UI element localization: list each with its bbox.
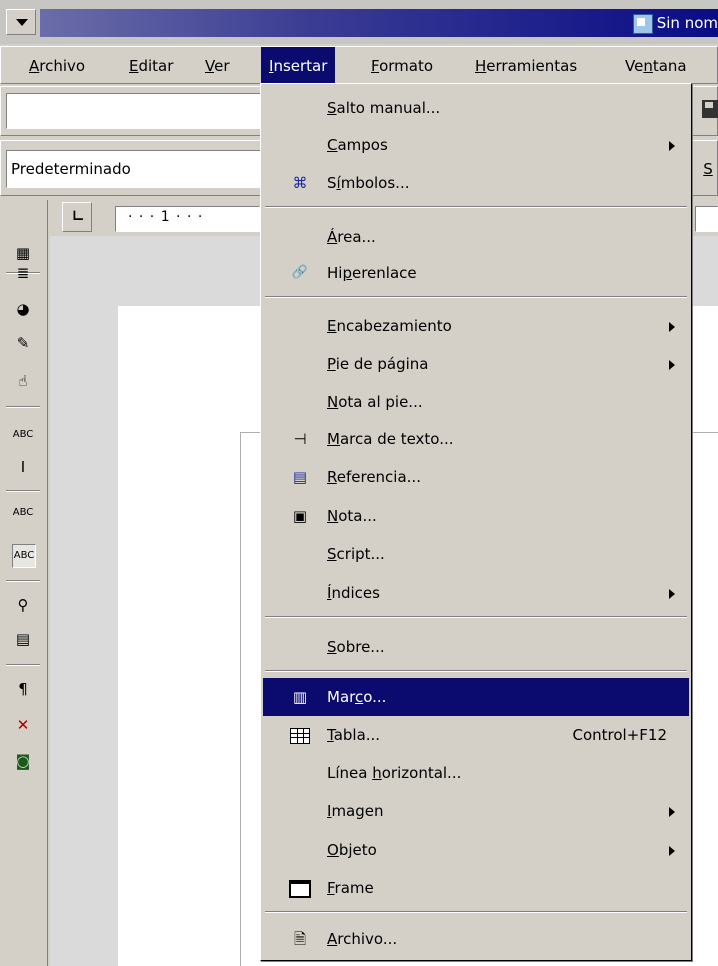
window-frame-icon bbox=[289, 877, 311, 899]
menu-item-archivo[interactable]: 🗎 Archivo... bbox=[263, 920, 689, 958]
menu-item-linea-horizontal[interactable]: Línea horizontal... bbox=[263, 754, 689, 792]
bookmark-icon: ⊣ bbox=[293, 430, 307, 448]
submenu-arrow-icon bbox=[669, 360, 675, 370]
web-view-icon[interactable]: ◙ bbox=[12, 750, 34, 772]
file-icon: 🗎 bbox=[293, 930, 307, 948]
window-menu-button[interactable] bbox=[6, 9, 36, 35]
menu-item-nota[interactable]: ▣ Nota... bbox=[263, 497, 689, 535]
find-icon[interactable]: ⚲ bbox=[12, 594, 34, 616]
menubar: Archivo Editar Ver Insertar Formato Herr… bbox=[0, 46, 718, 85]
menu-insertar[interactable]: Insertar bbox=[261, 47, 336, 85]
menu-herramientas[interactable]: Herramientas bbox=[467, 47, 585, 85]
insert-object-icon[interactable]: ▦ bbox=[12, 242, 34, 264]
autospellcheck-text-icon[interactable]: ABC bbox=[12, 424, 34, 446]
formatting-marks-icon[interactable]: ¶ bbox=[12, 678, 34, 700]
paragraph-style-select[interactable]: Predeterminado bbox=[6, 150, 262, 188]
menu-item-salto-manual[interactable]: Salto manual... bbox=[263, 89, 689, 127]
menu-item-objeto[interactable]: Objeto bbox=[263, 831, 689, 869]
menu-item-marco[interactable]: ▥ Marco... bbox=[263, 678, 689, 716]
menu-item-marca-de-texto[interactable]: ⊣ Marca de texto... bbox=[263, 420, 689, 458]
chevron-down-icon bbox=[16, 19, 28, 26]
menu-item-encabezamiento[interactable]: Encabezamiento bbox=[263, 307, 689, 345]
data-sources-icon[interactable]: ▤ bbox=[12, 628, 34, 650]
menu-item-tabla[interactable]: Tabla... Control+F12 bbox=[263, 716, 689, 754]
spellcheck-icon[interactable]: ABC bbox=[12, 502, 34, 524]
menu-ver[interactable]: Ver bbox=[197, 47, 238, 85]
save-icon[interactable] bbox=[702, 100, 718, 118]
frame-icon: ▥ bbox=[292, 688, 308, 706]
main-toolbar: ▦ ≣ ◕ ✎ ☝ ABC Ⅰ ABC ABC ⚲ ▤ ¶ ✕ ◙ bbox=[0, 200, 48, 966]
insert-controls-icon[interactable]: ☝ bbox=[12, 370, 34, 392]
menu-ventana[interactable]: Ventana bbox=[617, 47, 695, 85]
menu-item-area[interactable]: Área... bbox=[263, 218, 689, 256]
submenu-arrow-icon bbox=[669, 141, 675, 151]
submenu-arrow-icon bbox=[669, 846, 675, 856]
submenu-arrow-icon bbox=[669, 807, 675, 817]
shortcut-label: Control+F12 bbox=[572, 726, 667, 744]
menu-item-pie-de-pagina[interactable]: Pie de página bbox=[263, 345, 689, 383]
menu-archivo[interactable]: Archivo bbox=[21, 47, 93, 85]
delete-icon[interactable]: ✕ bbox=[12, 714, 34, 736]
ruler-scale: · · · 1 · · · bbox=[128, 209, 204, 225]
edit-file-icon[interactable]: ✎ bbox=[12, 332, 34, 354]
window-title: Sin nom bbox=[632, 9, 718, 37]
symbols-icon: ⌘ bbox=[292, 174, 308, 192]
insert-fields-icon[interactable]: ≣ bbox=[12, 262, 34, 284]
tab-left-icon: ∟ bbox=[72, 207, 85, 225]
menu-editar[interactable]: Editar bbox=[121, 47, 181, 85]
horizontal-ruler[interactable]: · · · 1 · · · bbox=[115, 206, 260, 232]
menu-item-campos[interactable]: Campos bbox=[263, 126, 689, 164]
submenu-arrow-icon bbox=[669, 589, 675, 599]
note-icon: ▣ bbox=[292, 507, 308, 525]
autospellcheck-icon[interactable]: ABC bbox=[12, 544, 36, 568]
title-strip[interactable]: Sin nom bbox=[40, 9, 718, 37]
title-bar: Sin nom bbox=[0, 0, 718, 44]
text-cursor-icon[interactable]: Ⅰ bbox=[12, 456, 34, 478]
table-icon bbox=[289, 724, 311, 746]
menu-item-indices[interactable]: Índices bbox=[263, 574, 689, 612]
menu-item-hiperenlace[interactable]: 🔗 Hiperenlace bbox=[263, 254, 689, 292]
cross-reference-icon: ▤ bbox=[292, 468, 308, 486]
document-icon bbox=[632, 13, 653, 34]
paragraph-style-value: Predeterminado bbox=[11, 160, 131, 178]
menu-formato[interactable]: Formato bbox=[363, 47, 441, 85]
insert-menu: Salto manual... Campos ⌘ Símbolos... Área… bbox=[260, 83, 692, 961]
tab-stop-selector[interactable]: ∟ bbox=[62, 202, 92, 232]
submenu-arrow-icon bbox=[669, 322, 675, 332]
text-boundary-left bbox=[240, 432, 241, 966]
menu-item-script[interactable]: Script... bbox=[263, 535, 689, 573]
menu-item-referencia[interactable]: ▤ Referencia... bbox=[263, 458, 689, 496]
horizontal-ruler-right[interactable] bbox=[695, 206, 718, 232]
url-input[interactable] bbox=[6, 93, 262, 129]
menu-item-frame[interactable]: Frame bbox=[263, 869, 689, 907]
hyperlink-icon: 🔗 bbox=[291, 265, 309, 280]
menu-item-nota-al-pie[interactable]: Nota al pie... bbox=[263, 383, 689, 421]
insert-chart-icon[interactable]: ◕ bbox=[12, 298, 34, 320]
menu-item-imagen[interactable]: Imagen bbox=[263, 792, 689, 830]
menu-item-sobre[interactable]: Sobre... bbox=[263, 628, 689, 666]
strikethrough-button[interactable]: S bbox=[698, 150, 718, 188]
window-title-label: Sin nom bbox=[656, 14, 718, 32]
menu-item-simbolos[interactable]: ⌘ Símbolos... bbox=[263, 164, 689, 202]
